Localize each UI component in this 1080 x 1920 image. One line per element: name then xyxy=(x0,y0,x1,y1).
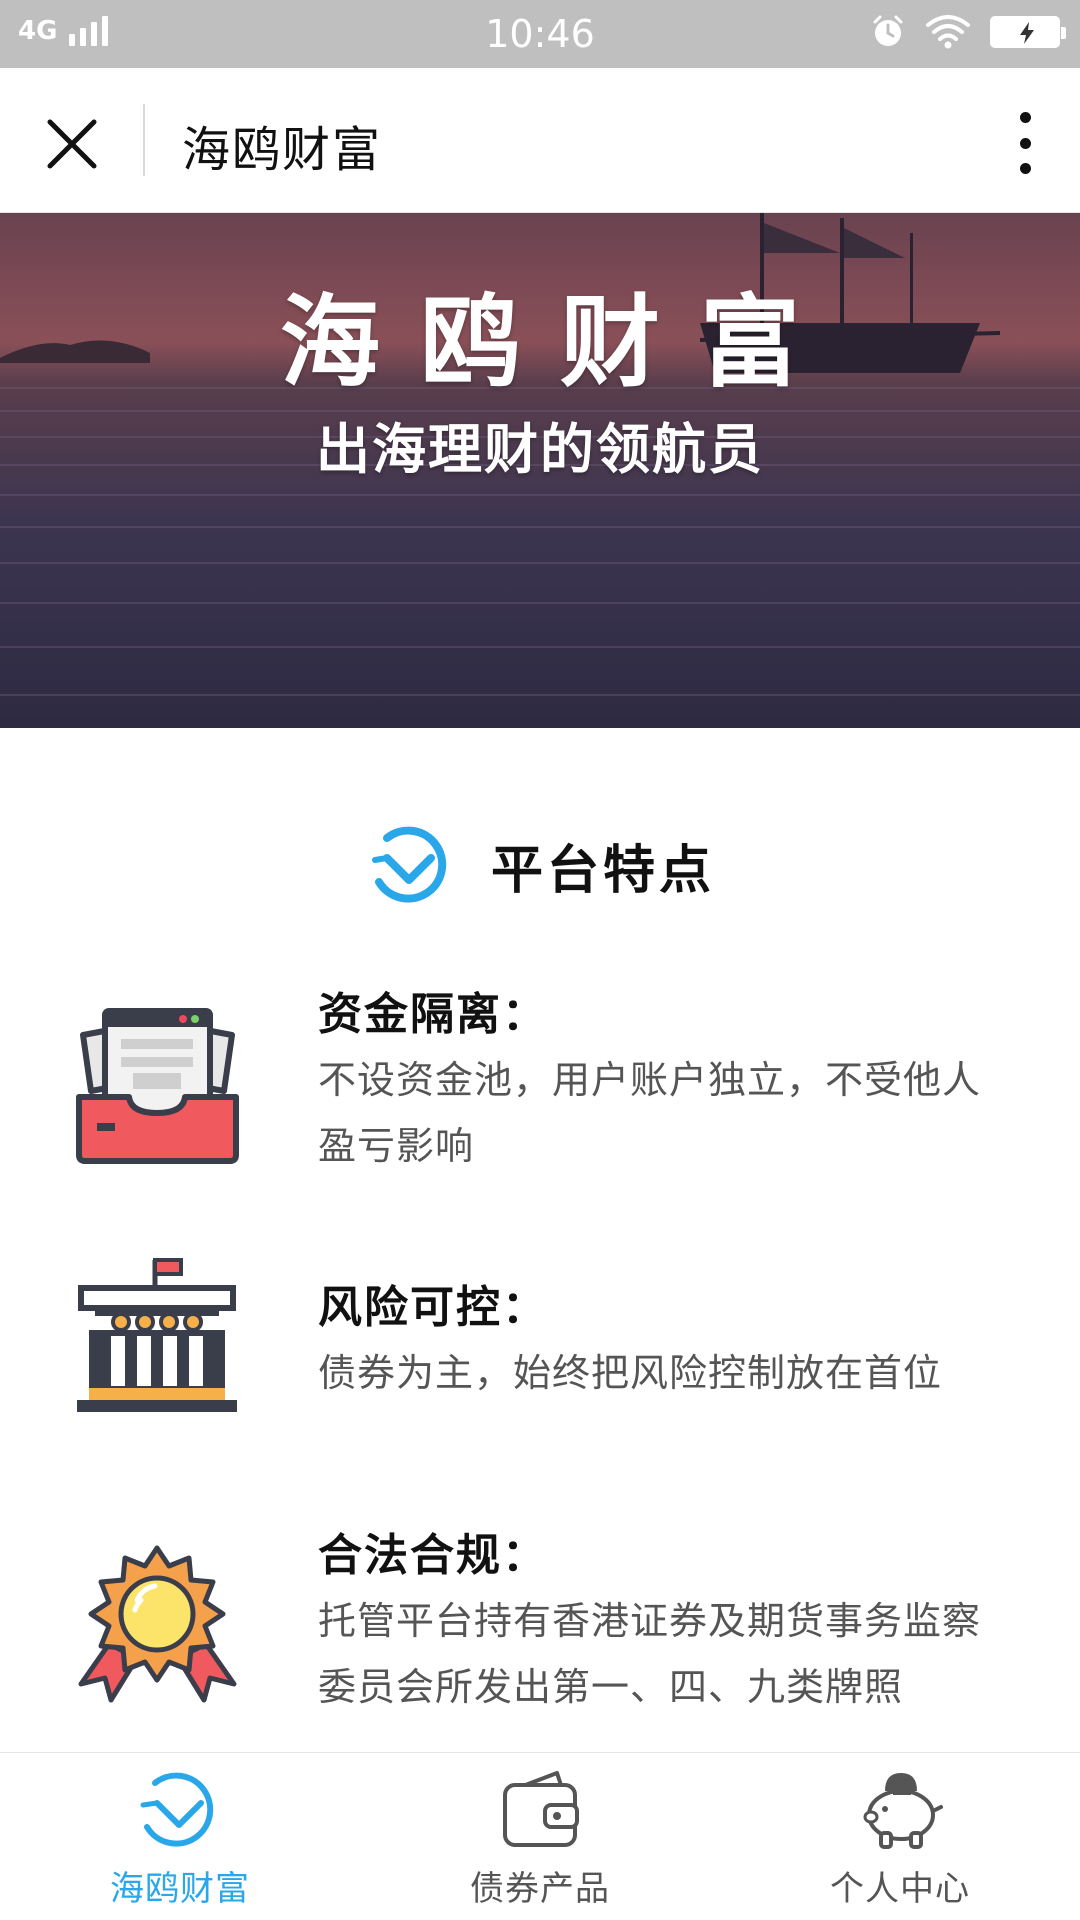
seagull-logo-icon xyxy=(140,1772,214,1847)
feature-text: 合法合规： 托管平台持有香港证券及期货事务监察委员会所发出第一、四、九类牌照 xyxy=(318,1526,998,1720)
wallet-icon xyxy=(503,1771,579,1847)
feature-text: 风险可控： 债券为主，始终把风险控制放在首位 xyxy=(318,1278,998,1406)
inbox-tray-icon xyxy=(75,1005,240,1169)
nav-label: 个人中心 xyxy=(830,1869,970,1909)
feature-description: 托管平台持有香港证券及期货事务监察委员会所发出第一、四、九类牌照 xyxy=(318,1599,982,1709)
close-icon xyxy=(47,119,97,169)
feature-title: 风险可控： xyxy=(318,1282,548,1333)
status-icons xyxy=(870,14,1066,50)
feature-description: 债券为主，始终把风险控制放在首位 xyxy=(318,1351,943,1395)
medal-icon xyxy=(75,1544,240,1708)
nav-item-bonds[interactable]: 债券产品 xyxy=(360,1753,720,1920)
nav-item-profile[interactable]: 个人中心 xyxy=(720,1753,1080,1920)
banner-title: 海鸥财富 xyxy=(280,284,840,401)
wifi-icon xyxy=(926,15,970,49)
nav-label: 债券产品 xyxy=(470,1869,610,1909)
government-building-icon xyxy=(75,1256,240,1420)
nav-label: 海鸥财富 xyxy=(110,1869,250,1909)
battery-icon xyxy=(990,16,1066,48)
status-bar: 4G 10:46 xyxy=(0,0,1080,68)
more-menu-button[interactable] xyxy=(1010,108,1040,178)
section-title: 平台特点 xyxy=(490,840,715,901)
header-divider xyxy=(143,104,145,176)
app-header: 海鸥财富 xyxy=(0,68,1080,213)
feature-title: 资金隔离： xyxy=(318,989,548,1040)
piggy-bank-icon xyxy=(863,1773,943,1849)
bottom-navigation: 海鸥财富 债券产品 个人中心 xyxy=(0,1752,1080,1920)
banner-subtitle: 出海理财的领航员 xyxy=(316,418,764,481)
nav-item-home[interactable]: 海鸥财富 xyxy=(0,1753,360,1920)
more-dot xyxy=(1019,112,1031,123)
close-button[interactable] xyxy=(40,112,104,176)
feature-title: 合法合规： xyxy=(318,1530,548,1581)
hero-banner: 海鸥财富 出海理财的领航员 xyxy=(0,213,1080,728)
section-heading: 平台特点 xyxy=(0,820,1080,910)
seagull-logo-icon xyxy=(371,826,447,903)
feature-description: 不设资金池，用户账户独立，不受他人盈亏影响 xyxy=(318,1058,982,1168)
alarm-icon xyxy=(873,15,903,46)
more-dot xyxy=(1019,163,1031,174)
more-dot xyxy=(1019,137,1031,149)
page-title: 海鸥财富 xyxy=(182,122,383,178)
feature-text: 资金隔离： 不设资金池，用户账户独立，不受他人盈亏影响 xyxy=(318,985,998,1179)
